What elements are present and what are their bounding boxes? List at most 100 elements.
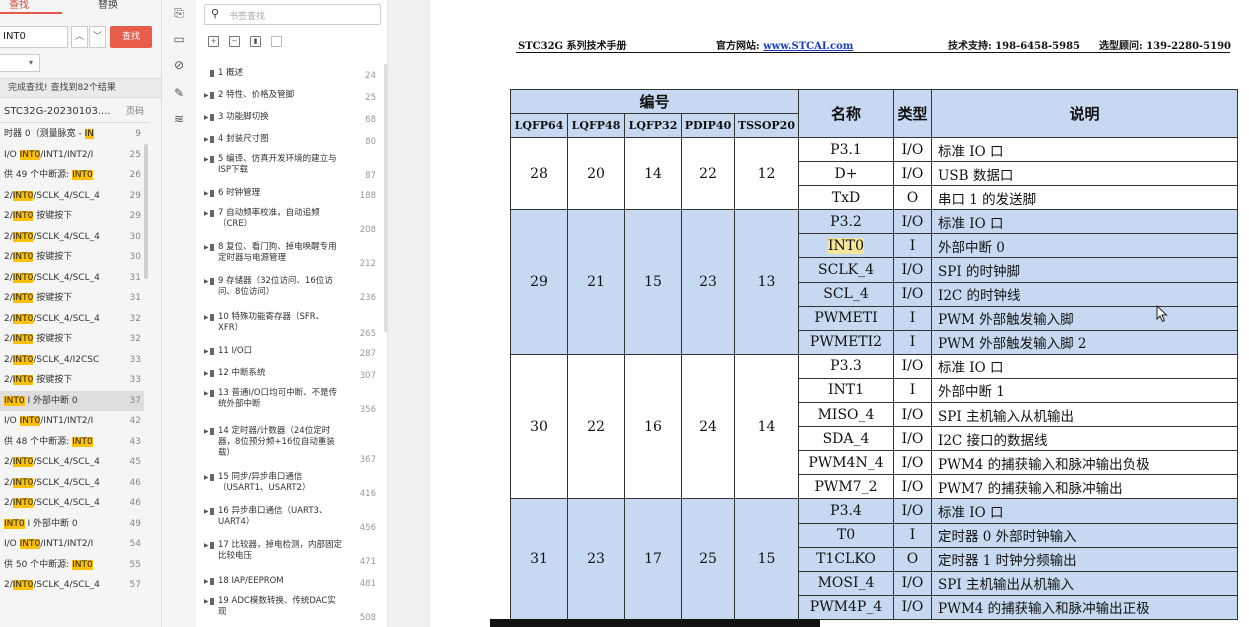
search-result-item[interactable]: 2/INT0/SCLK_4/SCL_4 30 (0, 227, 144, 248)
pin-number: 13 (734, 209, 799, 355)
expand-arrow-icon[interactable]: ▶ (204, 576, 209, 587)
search-result-item[interactable]: 2/INT0 按键按下 33 (0, 370, 144, 391)
pin-description: SPI 主机输入从机输出 (931, 402, 1238, 428)
search-result-item[interactable]: 2/INT0/SCLK_4/I2CSC 33 (0, 350, 144, 371)
results-scrollbar[interactable] (144, 144, 148, 279)
search-result-item[interactable]: 2/INT0/SCLK_4/SCL_4 46 (0, 493, 144, 514)
search-result-item[interactable]: 供 50 个中断源: INT0 55 (0, 555, 144, 576)
delete-bookmark-icon[interactable] (271, 36, 282, 47)
snippet-before: 2/ (4, 231, 13, 242)
comment-icon[interactable]: ▭ (172, 32, 186, 46)
thumbnail-icon[interactable]: ⎘ (172, 6, 186, 20)
result-snippet: 2/INT0/SCLK_4/SCL_4 (4, 309, 112, 330)
search-result-item[interactable]: 2/INT0 按键按下 32 (0, 329, 144, 350)
pin-number: 16 (624, 353, 682, 500)
pin-description: SPI 主机输出从机输入 (931, 570, 1238, 596)
add-bookmark-icon[interactable]: ▮ (250, 36, 261, 47)
bookmark-icon (210, 244, 214, 251)
result-page: 30 (129, 252, 141, 262)
search-result-item[interactable]: 2/INT0 按键按下 30 (0, 247, 144, 268)
find-button[interactable]: 查找 (110, 26, 152, 48)
snippet-before: 2/ (4, 252, 13, 262)
search-result-item[interactable]: INT0 I 外部中断 0 49 (0, 514, 144, 535)
expand-arrow-icon[interactable]: ▶ (204, 90, 209, 101)
expand-arrow-icon[interactable]: ▶ (204, 596, 209, 607)
pin-description: 标准 IO 口 (931, 353, 1238, 379)
expand-arrow-icon[interactable]: ▶ (204, 368, 209, 379)
search-result-item[interactable]: I/O INT0/INT1/INT2/I 54 (0, 534, 144, 555)
result-page: 33 (129, 354, 141, 365)
search-result-item[interactable]: 2/INT0/SCLK_4/SCL_4 57 (0, 575, 144, 596)
next-result-button[interactable]: ﹀ (89, 26, 106, 48)
bookmark-icon (210, 598, 214, 605)
snippet-after: /SCLK_4/SCL_4 (33, 477, 100, 488)
snippet-after: /SCLK_4/SCL_4 (33, 272, 100, 283)
pin-number: 24 (681, 353, 735, 500)
bookmark-search-input[interactable]: ⚲ 书签查找 (204, 4, 381, 25)
expand-arrow-icon[interactable]: ▶ (204, 208, 209, 219)
expand-arrow-icon[interactable]: ▶ (204, 112, 209, 123)
result-snippet: 时器 0（测量脉宽 - IN (4, 124, 112, 145)
expand-arrow-icon[interactable]: ▶ (204, 388, 209, 399)
expand-arrow-icon[interactable]: ▶ (204, 346, 209, 357)
expand-arrow-icon[interactable]: ▶ (204, 242, 209, 253)
tab-replace[interactable]: 替换 (98, 0, 118, 12)
search-panel: 查找 替换 INT0 ︿ ﹀ 查找 ▾ 完成查找! 查找到82个结果 STC32… (0, 0, 162, 627)
expand-arrow-icon[interactable]: ▶ (204, 312, 209, 323)
search-result-item[interactable]: INT0 I 外部中断 0 37 (0, 390, 144, 412)
attachment-icon[interactable]: ⊘ (172, 58, 186, 72)
expand-arrow-icon[interactable]: ▶ (204, 472, 209, 483)
col-header-package: TSSOP20 (734, 113, 799, 138)
bookmark-scrollbar[interactable] (384, 64, 387, 332)
expand-arrow-icon[interactable]: ▶ (204, 188, 209, 199)
tab-find[interactable]: 查找 (9, 0, 29, 12)
snippet-after: /SCLK_4/SCL_4 (33, 190, 100, 201)
collapse-all-icon[interactable]: − (229, 36, 240, 47)
expand-arrow-icon[interactable]: ▶ (204, 134, 209, 145)
pin-number: 15 (734, 498, 799, 620)
pin-number: 21 (567, 209, 625, 355)
search-options-dropdown[interactable]: ▾ (0, 54, 40, 72)
search-input[interactable]: INT0 (0, 26, 68, 48)
expand-arrow-icon[interactable]: ▶ (204, 426, 209, 437)
result-snippet: INT0 I 外部中断 0 (4, 391, 112, 412)
expand-arrow-icon[interactable]: ▶ (204, 506, 209, 517)
snippet-before: I/O (4, 416, 20, 426)
result-snippet: INT0 I 外部中断 0 (4, 514, 112, 535)
search-result-item[interactable]: 2/INT0 按键按下 29 (0, 206, 144, 227)
search-result-item[interactable]: 2/INT0 按键按下 31 (0, 288, 144, 309)
col-header-package: LQFP32 (624, 113, 682, 138)
pin-name: MISO_4 (798, 402, 894, 428)
bookmark-title: 1 概述 (218, 68, 244, 78)
search-result-item[interactable]: I/O INT0/INT1/INT2/I 42 (0, 411, 144, 432)
search-result-item[interactable]: 2/INT0/SCLK_4/SCL_4 31 (0, 268, 144, 289)
pin-function-row: 29 21 15 23 13 P3.2 I/O 标准 IO 口 (510, 209, 1238, 355)
search-result-item[interactable]: 2/INT0/SCLK_4/SCL_4 45 (0, 452, 144, 473)
result-page: 43 (129, 436, 141, 447)
search-result-item[interactable]: 2/INT0/SCLK_4/SCL_4 32 (0, 309, 144, 330)
search-result-item[interactable]: 供 48 个中断源: INT0 43 (0, 432, 144, 453)
result-snippet: 2/INT0 按键按下 (4, 329, 112, 350)
pin-number: 23 (681, 209, 735, 355)
website-link[interactable]: www.STCAI.com (763, 41, 853, 52)
expand-all-icon[interactable]: + (208, 36, 219, 47)
expand-arrow-icon[interactable]: ▶ (204, 154, 209, 165)
bookmark-page: 287 (359, 349, 376, 359)
search-result-item[interactable]: 2/INT0/SCLK_4/SCL_4 46 (0, 473, 144, 494)
search-result-item[interactable]: 供 49 个中断源: INT0 26 (0, 165, 144, 186)
signature-icon[interactable]: ✎ (172, 86, 186, 100)
snippet-after: /SCLK_4/I2CSC (33, 354, 100, 365)
result-page: 46 (129, 477, 141, 488)
search-result-item[interactable]: 时器 0（测量脉宽 - IN 9 (0, 124, 144, 145)
snippet-match: INT0 (12, 334, 34, 344)
previous-result-button[interactable]: ︿ (71, 26, 88, 48)
search-result-item[interactable]: 2/INT0/SCLK_4/SCL_4 29 (0, 186, 144, 207)
pin-number: 17 (624, 498, 682, 620)
snippet-before: 2/ (4, 477, 13, 488)
snippet-match: INT0 (12, 580, 34, 590)
bookmark-page: 367 (359, 455, 376, 465)
search-result-item[interactable]: I/O INT0/INT1/INT2/I 25 (0, 145, 144, 166)
expand-arrow-icon[interactable]: ▶ (204, 276, 209, 287)
expand-arrow-icon[interactable]: ▶ (204, 540, 209, 551)
layers-icon[interactable]: ≋ (172, 112, 186, 126)
